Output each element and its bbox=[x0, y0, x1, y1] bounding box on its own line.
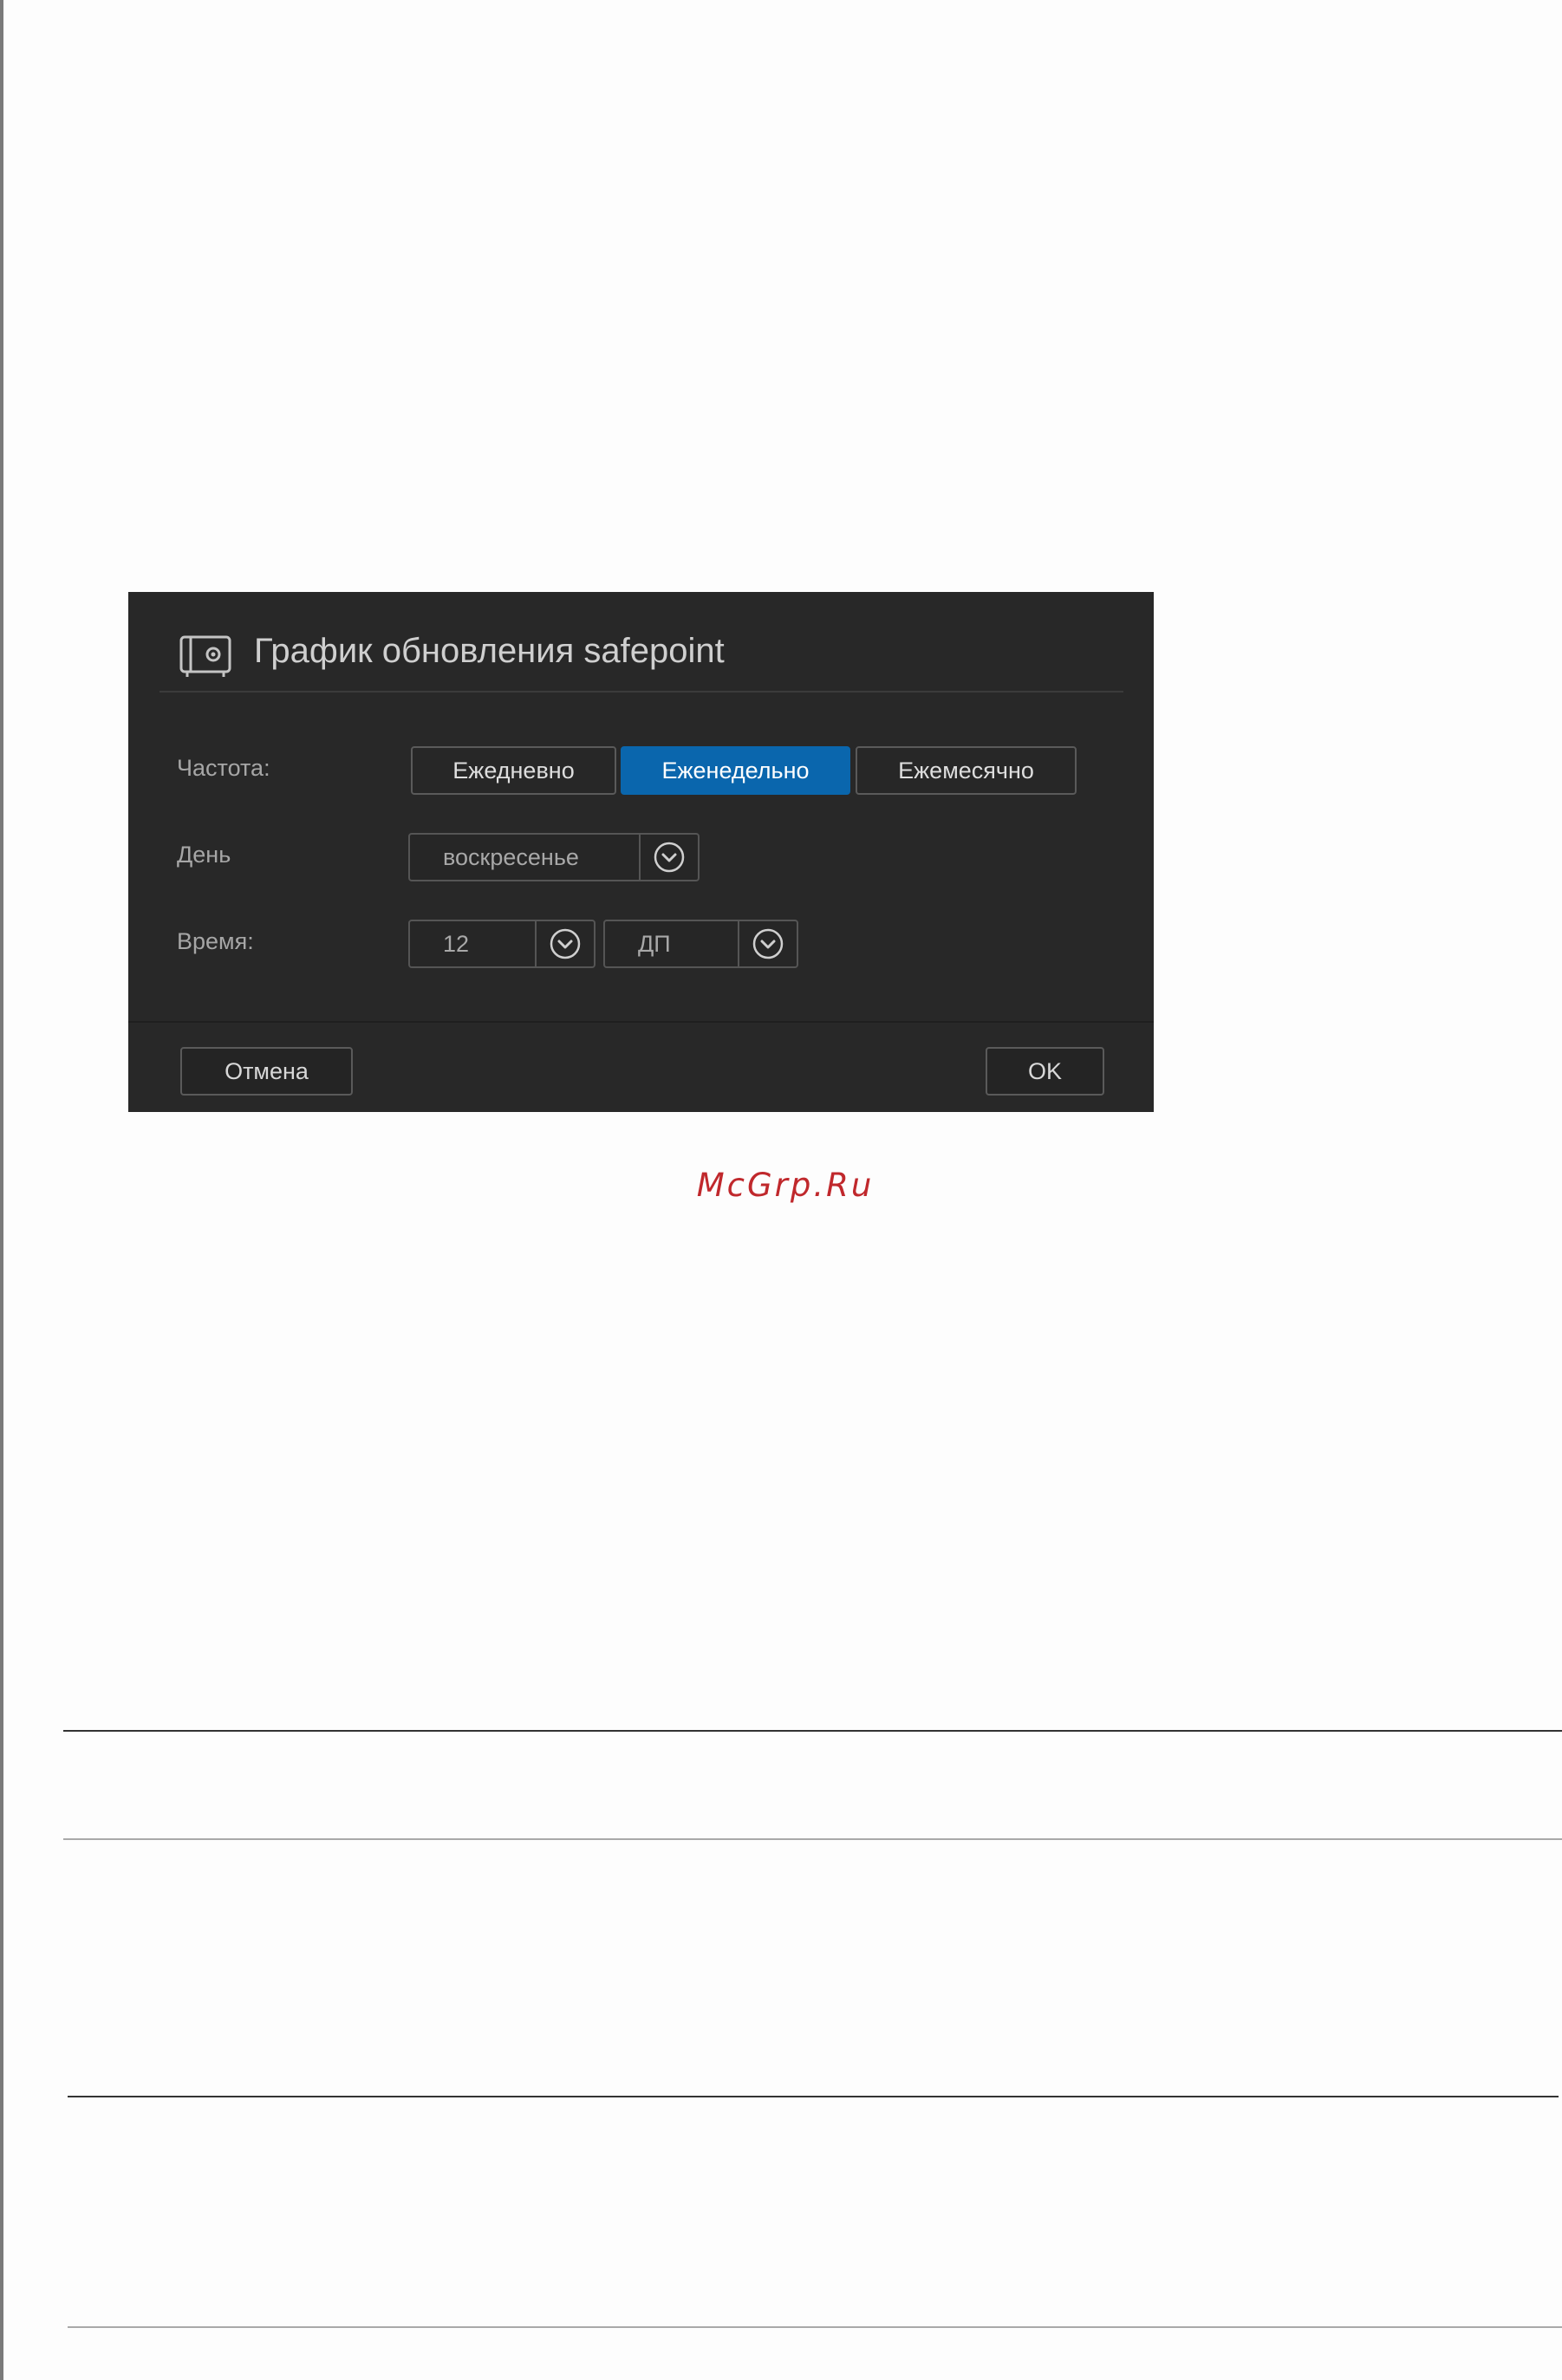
dialog-header: График обновления safepoint bbox=[128, 592, 1154, 692]
ok-button[interactable]: OK bbox=[986, 1047, 1104, 1096]
hour-select[interactable]: 12 bbox=[408, 920, 596, 968]
period-select[interactable]: ДП bbox=[603, 920, 798, 968]
safe-icon bbox=[179, 635, 231, 677]
period-select-toggle[interactable] bbox=[738, 921, 797, 966]
cancel-button[interactable]: Отмена bbox=[180, 1047, 353, 1096]
day-label: День bbox=[177, 842, 231, 868]
period-select-value: ДП bbox=[638, 930, 671, 957]
day-select-value: воскресенье bbox=[443, 843, 579, 870]
chevron-down-icon bbox=[550, 928, 581, 959]
chevron-down-icon bbox=[654, 842, 685, 873]
frequency-weekly-button[interactable]: Еженедельно bbox=[621, 746, 850, 795]
chevron-down-icon bbox=[752, 928, 784, 959]
divider-line bbox=[68, 2096, 1559, 2097]
day-select-toggle[interactable] bbox=[639, 835, 698, 880]
time-label: Время: bbox=[177, 928, 254, 954]
header-divider bbox=[159, 691, 1123, 693]
hour-select-toggle[interactable] bbox=[535, 921, 594, 966]
divider-line bbox=[63, 1730, 1562, 1732]
day-select[interactable]: воскресенье bbox=[408, 833, 700, 881]
frequency-daily-button[interactable]: Ежедневно bbox=[411, 746, 616, 795]
watermark: McGrp.Ru bbox=[696, 1167, 875, 1204]
hour-select-value: 12 bbox=[443, 930, 470, 957]
safepoint-schedule-dialog: График обновления safepoint Частота: Еже… bbox=[128, 592, 1154, 1112]
divider-line bbox=[63, 1838, 1562, 1840]
frequency-label: Частота: bbox=[177, 755, 270, 781]
footer-divider bbox=[128, 1021, 1154, 1023]
frequency-monthly-button[interactable]: Ежемесячно bbox=[856, 746, 1077, 795]
divider-line bbox=[68, 2326, 1562, 2328]
dialog-title: График обновления safepoint bbox=[254, 632, 725, 670]
